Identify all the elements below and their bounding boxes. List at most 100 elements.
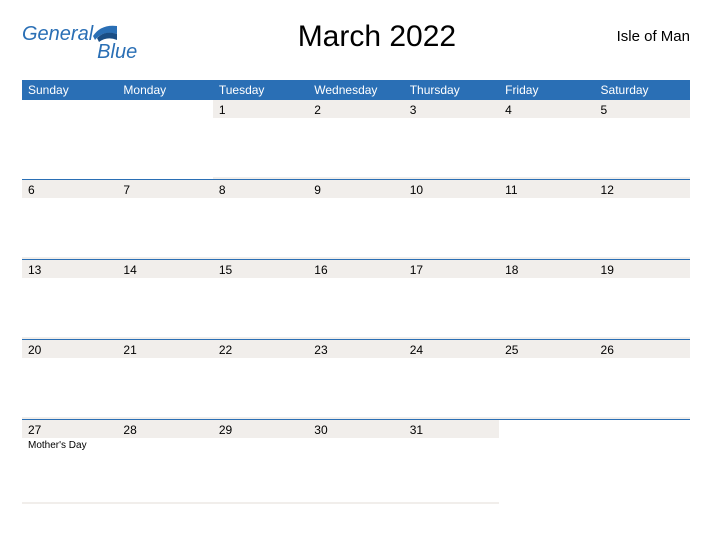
day-body: [22, 198, 117, 257]
week-row: 13141516171819: [22, 260, 690, 340]
day-number: 4: [499, 102, 594, 118]
day-number: 21: [117, 342, 212, 358]
day-cell: 19: [595, 260, 690, 339]
day-cell: 20: [22, 340, 117, 419]
day-cell: 14: [117, 260, 212, 339]
day-body: [499, 198, 594, 257]
day-cell: 4: [499, 100, 594, 179]
day-number: 10: [404, 182, 499, 198]
day-body: [595, 358, 690, 417]
day-cell: 2: [308, 100, 403, 179]
day-body: [213, 358, 308, 417]
dow-monday: Monday: [117, 80, 212, 100]
week-row: 6789101112: [22, 180, 690, 260]
day-cell: [595, 420, 690, 504]
day-body: [117, 198, 212, 257]
day-number: 23: [308, 342, 403, 358]
day-number: 16: [308, 262, 403, 278]
dow-sunday: Sunday: [22, 80, 117, 100]
day-body: [499, 358, 594, 417]
day-body: [499, 118, 594, 177]
day-number: 31: [404, 422, 499, 438]
day-number: 9: [308, 182, 403, 198]
region-label: Isle of Man: [617, 18, 690, 45]
calendar: Sunday Monday Tuesday Wednesday Thursday…: [22, 80, 690, 504]
day-body: [308, 358, 403, 417]
day-cell: 25: [499, 340, 594, 419]
day-body: [595, 118, 690, 177]
day-cell: 9: [308, 180, 403, 259]
day-number: 24: [404, 342, 499, 358]
day-body: [595, 198, 690, 257]
day-number: 1: [213, 102, 308, 118]
day-cell: 8: [213, 180, 308, 259]
day-cell: 1: [213, 100, 308, 179]
day-body: [213, 438, 308, 502]
day-cell: 12: [595, 180, 690, 259]
day-body: [117, 118, 212, 177]
day-cell: 24: [404, 340, 499, 419]
day-of-week-header: Sunday Monday Tuesday Wednesday Thursday…: [22, 80, 690, 100]
day-cell: 21: [117, 340, 212, 419]
page-title: March 2022: [137, 18, 616, 54]
dow-saturday: Saturday: [595, 80, 690, 100]
day-cell: 17: [404, 260, 499, 339]
logo-word-2: Blue: [97, 42, 137, 62]
day-cell: 11: [499, 180, 594, 259]
day-cell: 30: [308, 420, 403, 504]
day-body: [22, 278, 117, 337]
day-body: [117, 358, 212, 417]
day-cell: 26: [595, 340, 690, 419]
day-cell: 13: [22, 260, 117, 339]
day-cell: [499, 420, 594, 504]
day-number: 7: [117, 182, 212, 198]
day-cell: 22: [213, 340, 308, 419]
day-cell: 31: [404, 420, 499, 504]
day-number: 12: [595, 182, 690, 198]
day-body: [213, 278, 308, 337]
day-number: 18: [499, 262, 594, 278]
day-cell: [22, 100, 117, 179]
day-body: [213, 118, 308, 177]
day-number: 27: [22, 422, 117, 438]
logo-swoosh-icon: [93, 24, 117, 42]
day-cell: 5: [595, 100, 690, 179]
day-body: [595, 278, 690, 337]
day-number: 26: [595, 342, 690, 358]
week-row: 20212223242526: [22, 340, 690, 420]
day-cell: 6: [22, 180, 117, 259]
day-cell: 29: [213, 420, 308, 504]
day-body: [404, 118, 499, 177]
calendar-body: 1234567891011121314151617181920212223242…: [22, 100, 690, 504]
day-cell: [117, 100, 212, 179]
day-body: [308, 438, 403, 502]
day-body: [404, 198, 499, 257]
day-number: 3: [404, 102, 499, 118]
day-body: [308, 278, 403, 337]
calendar-event: Mother's Day: [28, 440, 111, 451]
day-body: [117, 278, 212, 337]
day-cell: 27 Mother's Day: [22, 420, 117, 504]
day-body: [22, 358, 117, 417]
header: General Blue March 2022 Isle of Man: [22, 18, 690, 62]
day-body: Mother's Day: [22, 438, 117, 502]
day-cell: 16: [308, 260, 403, 339]
day-cell: 18: [499, 260, 594, 339]
day-number: 20: [22, 342, 117, 358]
day-body: [499, 438, 594, 502]
day-number: [499, 422, 594, 438]
dow-friday: Friday: [499, 80, 594, 100]
day-number: 17: [404, 262, 499, 278]
day-number: 2: [308, 102, 403, 118]
day-cell: 10: [404, 180, 499, 259]
day-body: [499, 278, 594, 337]
day-number: 15: [213, 262, 308, 278]
day-body: [595, 438, 690, 502]
week-row: 27 Mother's Day 28293031: [22, 420, 690, 504]
day-number: [117, 102, 212, 118]
day-cell: 28: [117, 420, 212, 504]
day-number: 29: [213, 422, 308, 438]
day-body: [213, 198, 308, 257]
dow-tuesday: Tuesday: [213, 80, 308, 100]
day-cell: 15: [213, 260, 308, 339]
